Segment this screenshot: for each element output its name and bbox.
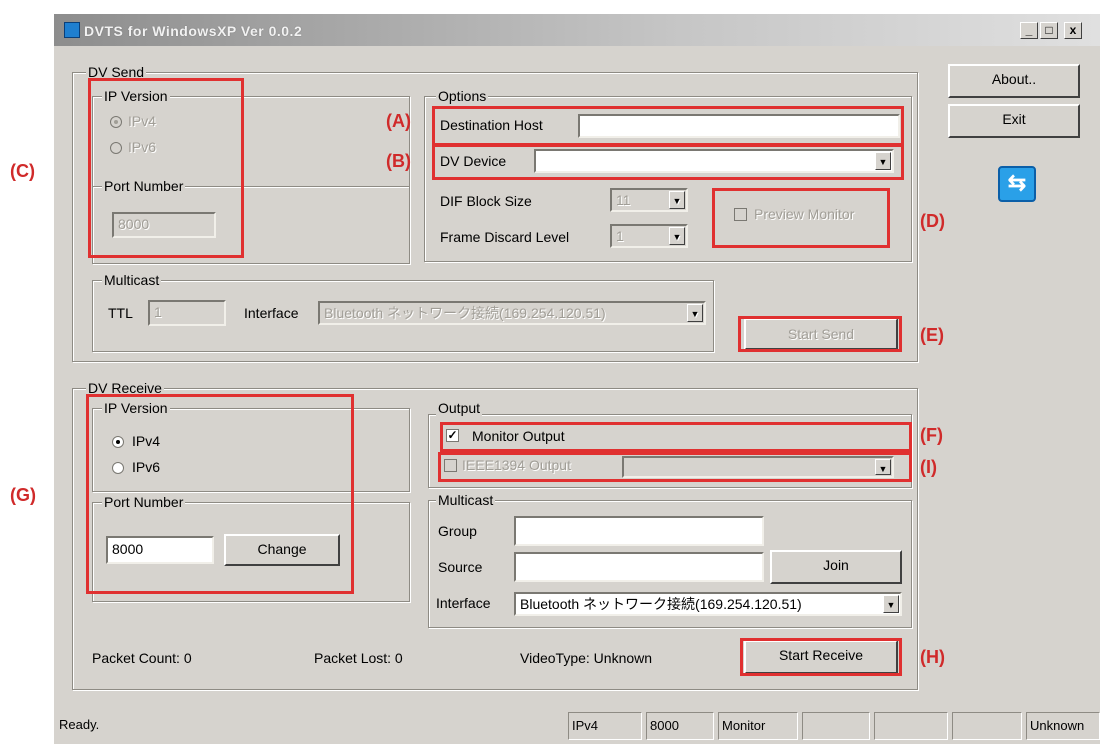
packet-count: Packet Count: 0 [92,650,192,666]
status-panel-empty-3 [952,712,1022,740]
send-interface-label: Interface [244,305,299,321]
group-input[interactable] [514,516,764,546]
status-message: Ready. [59,717,100,732]
annotation-e: (E) [920,325,944,345]
annotation-box-a [432,106,904,146]
recv-interface-label: Interface [436,595,491,611]
status-mode: Monitor [718,712,798,740]
annotation-c: (C) [10,161,35,181]
source-input[interactable] [514,552,764,582]
send-multicast-label: Multicast [102,272,162,288]
chevron-down-icon[interactable]: ▼ [883,595,899,613]
annotation-h: (H) [920,647,945,667]
close-button[interactable]: x [1064,22,1082,39]
annotation-box-c [88,78,244,258]
annotation-box-d [712,188,890,248]
annotation-box-h [740,638,902,676]
chevron-down-icon[interactable]: ▼ [669,191,685,209]
annotation-box-i [438,452,912,482]
annotation-box-f [440,422,912,452]
group-label: Group [438,523,477,539]
status-ip: IPv4 [568,712,642,740]
recv-interface-select[interactable]: Bluetooth ネットワーク接続(169.254.120.51) ▼ [514,592,902,616]
dif-block-size-select[interactable]: 11 ▼ [610,188,688,212]
maximize-button[interactable]: □ [1040,22,1058,39]
recv-multicast-label: Multicast [436,492,496,508]
chevron-down-icon[interactable]: ▼ [669,227,685,245]
send-options-label: Options [436,88,489,104]
status-port: 8000 [646,712,714,740]
join-button[interactable]: Join [770,550,902,584]
frame-discard-select[interactable]: 1 ▼ [610,224,688,248]
dif-block-size-label: DIF Block Size [440,193,532,209]
recv-interface-value: Bluetooth ネットワーク接続(169.254.120.51) [520,596,802,612]
annotation-d: (D) [920,211,945,231]
annotation-box-b [432,144,904,180]
frame-discard-label: Frame Discard Level [440,229,570,245]
annotation-i: (I) [920,457,937,477]
status-video-type: Unknown [1026,712,1100,740]
dvts-logo-icon: ⇆ [998,166,1036,202]
status-panel-empty-2 [874,712,948,740]
app-icon [64,22,80,38]
frame-discard-value: 1 [616,228,624,244]
annotation-f: (F) [920,425,943,445]
packet-lost: Packet Lost: 0 [314,650,403,666]
output-label: Output [436,400,483,416]
annotation-box-e [738,316,902,352]
annotation-box-g [86,394,354,594]
about-button[interactable]: About.. [948,64,1080,98]
status-panel-empty-1 [802,712,870,740]
annotation-a: (A) [386,111,411,131]
video-type: VideoType: Unknown [520,650,653,666]
ttl-input[interactable]: 1 [148,300,226,326]
send-interface-value: Bluetooth ネットワーク接続(169.254.120.51) [324,305,606,321]
ttl-label: TTL [108,305,133,321]
annotation-b: (B) [386,151,411,171]
chevron-down-icon[interactable]: ▼ [687,304,703,322]
minimize-button[interactable]: _ [1020,22,1038,39]
send-interface-select[interactable]: Bluetooth ネットワーク接続(169.254.120.51) ▼ [318,301,706,325]
dif-block-size-value: 11 [616,192,631,208]
exit-button[interactable]: Exit [948,104,1080,138]
window-title: DVTS for WindowsXP Ver 0.0.2 [84,23,303,39]
title-bar[interactable]: DVTS for WindowsXP Ver 0.0.2 _ □ x [54,14,1100,46]
annotation-g: (G) [10,485,36,505]
source-label: Source [438,559,483,575]
